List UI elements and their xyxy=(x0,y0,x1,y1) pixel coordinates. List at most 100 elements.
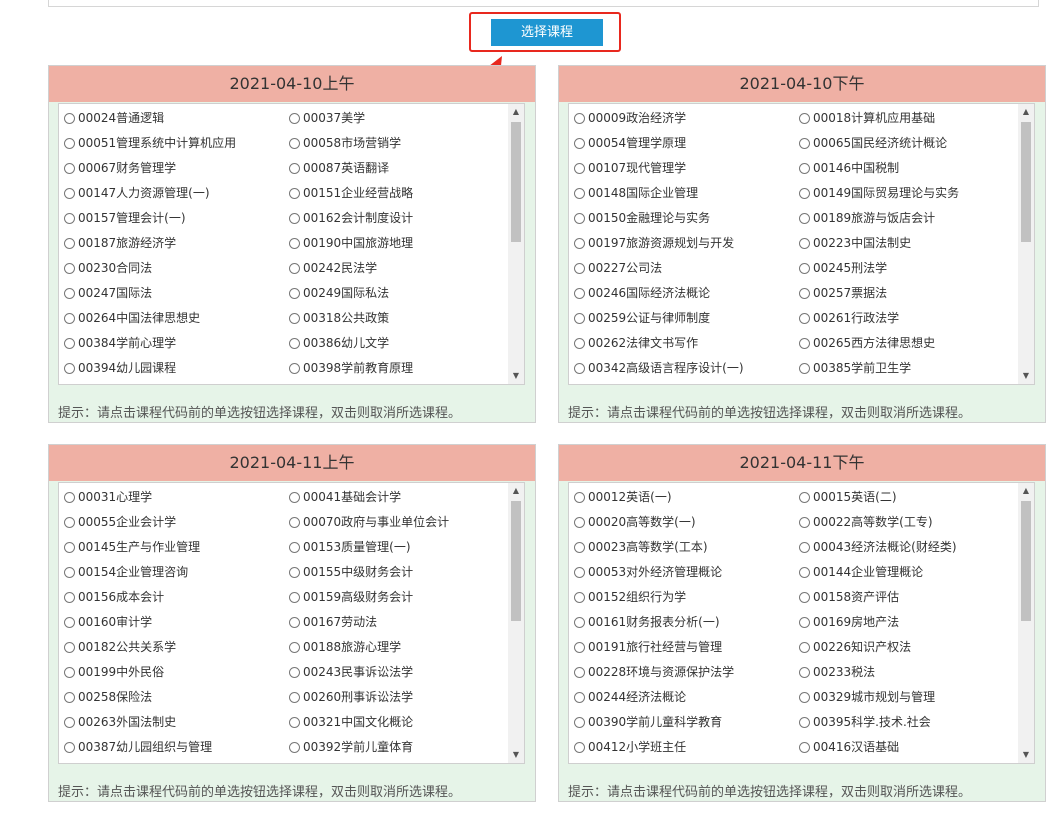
course-option[interactable]: 00067财务管理学 xyxy=(64,158,176,178)
course-option[interactable]: 00160审计学 xyxy=(64,612,152,632)
course-radio[interactable] xyxy=(289,287,300,299)
course-option[interactable]: 00384学前心理学 xyxy=(64,333,176,353)
course-radio[interactable] xyxy=(64,262,75,274)
course-radio[interactable] xyxy=(289,491,300,503)
course-radio[interactable] xyxy=(799,691,810,703)
course-radio[interactable] xyxy=(574,337,585,349)
course-radio[interactable] xyxy=(799,591,810,603)
course-radio[interactable] xyxy=(574,741,585,753)
course-radio[interactable] xyxy=(799,137,810,149)
course-radio[interactable] xyxy=(64,287,75,299)
course-radio[interactable] xyxy=(799,641,810,653)
course-radio[interactable] xyxy=(574,262,585,274)
course-option[interactable]: 00226知识产权法 xyxy=(799,637,911,657)
course-option[interactable]: 00024普通逻辑 xyxy=(64,108,164,128)
course-option[interactable]: 00262法律文书写作 xyxy=(574,333,698,353)
scrollbar-thumb[interactable] xyxy=(511,122,521,242)
course-option[interactable]: 00022高等数学(工专) xyxy=(799,512,933,532)
course-radio[interactable] xyxy=(289,162,300,174)
course-option[interactable]: 00009政治经济学 xyxy=(574,108,686,128)
course-radio[interactable] xyxy=(289,337,300,349)
course-option[interactable]: 00245刑法学 xyxy=(799,258,887,278)
course-radio[interactable] xyxy=(574,616,585,628)
course-radio[interactable] xyxy=(799,287,810,299)
scroll-up-arrow-icon[interactable]: ▲ xyxy=(1018,104,1034,120)
course-radio[interactable] xyxy=(574,162,585,174)
course-option[interactable]: 00246国际经济法概论 xyxy=(574,283,710,303)
course-radio[interactable] xyxy=(64,312,75,324)
course-option[interactable]: 00037美学 xyxy=(289,108,365,128)
course-radio[interactable] xyxy=(574,187,585,199)
list-scrollbar[interactable]: ▲ ▼ xyxy=(508,483,524,763)
course-option[interactable]: 00416汉语基础 xyxy=(799,737,899,757)
course-list[interactable]: 00012英语(一) 00015英语(二) 00020高等数学(一) 00022高等数… xyxy=(568,482,1035,764)
course-radio[interactable] xyxy=(289,616,300,628)
course-option[interactable]: 00149国际贸易理论与实务 xyxy=(799,183,959,203)
course-radio[interactable] xyxy=(799,312,810,324)
course-radio[interactable] xyxy=(799,187,810,199)
course-radio[interactable] xyxy=(289,187,300,199)
course-option[interactable]: 00087英语翻译 xyxy=(289,158,389,178)
course-radio[interactable] xyxy=(64,237,75,249)
course-option[interactable]: 00228环境与资源保护法学 xyxy=(574,662,734,682)
scrollbar-thumb[interactable] xyxy=(511,501,521,621)
course-radio[interactable] xyxy=(64,212,75,224)
course-radio[interactable] xyxy=(574,641,585,653)
course-radio[interactable] xyxy=(799,541,810,553)
course-option[interactable]: 00054管理学原理 xyxy=(574,133,686,153)
course-radio[interactable] xyxy=(574,516,585,528)
course-option[interactable]: 00020高等数学(一) xyxy=(574,512,696,532)
course-radio[interactable] xyxy=(574,312,585,324)
course-radio[interactable] xyxy=(799,162,810,174)
select-course-button[interactable]: 选择课程 xyxy=(491,19,603,46)
course-radio[interactable] xyxy=(64,641,75,653)
course-radio[interactable] xyxy=(64,591,75,603)
course-list[interactable]: 00031心理学 00041基础会计学 00055企业会计学 00070政府与事业单位… xyxy=(58,482,525,764)
course-radio[interactable] xyxy=(64,112,75,124)
course-option[interactable]: 00041基础会计学 xyxy=(289,487,401,507)
course-radio[interactable] xyxy=(799,212,810,224)
course-option[interactable]: 00055企业会计学 xyxy=(64,512,176,532)
course-radio[interactable] xyxy=(289,566,300,578)
course-option[interactable]: 00023高等数学(工本) xyxy=(574,537,708,557)
course-radio[interactable] xyxy=(64,337,75,349)
course-option[interactable]: 00342高级语言程序设计(一) xyxy=(574,358,744,378)
course-radio[interactable] xyxy=(574,287,585,299)
course-radio[interactable] xyxy=(799,362,810,374)
course-radio[interactable] xyxy=(64,691,75,703)
list-scrollbar[interactable]: ▲ ▼ xyxy=(1018,483,1034,763)
course-option[interactable]: 00412小学班主任 xyxy=(574,737,686,757)
course-radio[interactable] xyxy=(799,716,810,728)
course-option[interactable]: 00242民法学 xyxy=(289,258,377,278)
course-radio[interactable] xyxy=(799,337,810,349)
course-radio[interactable] xyxy=(799,566,810,578)
course-option[interactable]: 00233税法 xyxy=(799,662,875,682)
course-radio[interactable] xyxy=(799,112,810,124)
course-radio[interactable] xyxy=(289,666,300,678)
course-radio[interactable] xyxy=(289,516,300,528)
course-option[interactable]: 00167劳动法 xyxy=(289,612,377,632)
course-radio[interactable] xyxy=(574,541,585,553)
course-radio[interactable] xyxy=(574,691,585,703)
course-option[interactable]: 00155中级财务会计 xyxy=(289,562,413,582)
course-option[interactable]: 00188旅游心理学 xyxy=(289,637,401,657)
course-option[interactable]: 00070政府与事业单位会计 xyxy=(289,512,449,532)
course-radio[interactable] xyxy=(574,362,585,374)
course-option[interactable]: 00387幼儿园组织与管理 xyxy=(64,737,212,757)
course-option[interactable]: 00147人力资源管理(一) xyxy=(64,183,210,203)
course-option[interactable]: 00395科学.技术.社会 xyxy=(799,712,931,732)
course-radio[interactable] xyxy=(799,237,810,249)
course-radio[interactable] xyxy=(799,491,810,503)
course-option[interactable]: 00249国际私法 xyxy=(289,283,389,303)
course-radio[interactable] xyxy=(64,666,75,678)
course-option[interactable]: 00065国民经济统计概论 xyxy=(799,133,947,153)
course-radio[interactable] xyxy=(64,741,75,753)
course-option[interactable]: 00182公共关系学 xyxy=(64,637,176,657)
course-radio[interactable] xyxy=(574,212,585,224)
course-radio[interactable] xyxy=(574,566,585,578)
course-radio[interactable] xyxy=(574,716,585,728)
course-option[interactable]: 00145生产与作业管理 xyxy=(64,537,200,557)
course-radio[interactable] xyxy=(289,212,300,224)
course-option[interactable]: 00392学前儿童体育 xyxy=(289,737,413,757)
course-option[interactable]: 00187旅游经济学 xyxy=(64,233,176,253)
